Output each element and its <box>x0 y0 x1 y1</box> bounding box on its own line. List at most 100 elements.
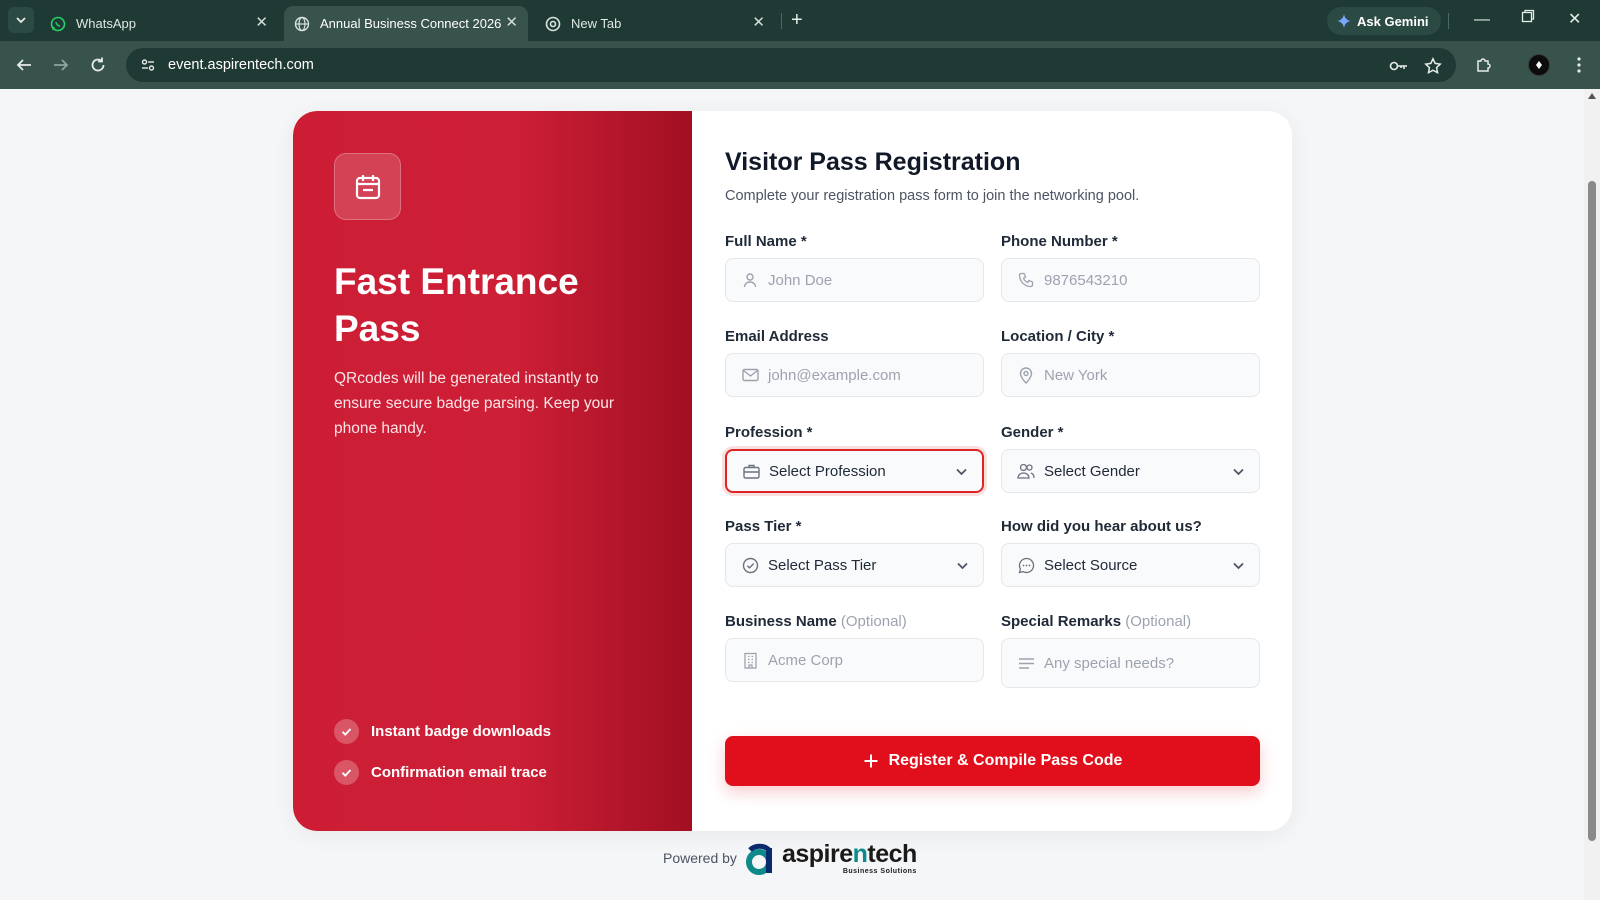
check-icon <box>334 719 359 744</box>
chat-bubble-icon <box>1017 556 1035 574</box>
input-placeholder: Any special needs? <box>1044 654 1175 672</box>
business-name-input[interactable]: Acme Corp <box>725 638 984 682</box>
tab-whatsapp[interactable]: WhatsApp ✕ <box>40 6 278 41</box>
field-label: Full Name * <box>725 233 807 250</box>
phone-input[interactable]: 9876543210 <box>1001 258 1260 302</box>
powered-by-footer: Powered by aspirentech Business Solution… <box>663 838 917 878</box>
powered-by-text: Powered by <box>663 850 737 866</box>
pass-tier-select[interactable]: Select Pass Tier <box>725 543 984 587</box>
source-select[interactable]: Select Source <box>1001 543 1260 587</box>
promo-description: QRcodes will be generated instantly to e… <box>334 370 615 437</box>
aspirentech-logo-mark-icon <box>745 843 772 875</box>
field-label: Business Name (Optional) <box>725 613 984 633</box>
feature-label: Confirmation email trace <box>371 764 547 781</box>
logo-tagline: Business Solutions <box>842 868 917 875</box>
tab-separator <box>781 13 782 29</box>
url-text: event.aspirentech.com <box>168 57 314 73</box>
tab-new-tab[interactable]: New Tab ✕ <box>535 6 775 41</box>
close-tab-icon[interactable]: ✕ <box>505 15 518 31</box>
close-window-icon[interactable]: ✕ <box>1568 10 1581 30</box>
form-subtitle: Complete your registration pass form to … <box>725 188 1140 204</box>
scroll-up-arrow-icon[interactable] <box>1588 93 1596 99</box>
map-pin-icon <box>1017 366 1035 384</box>
promo-panel: Fast Entrance Pass QRcodes will be gener… <box>293 111 692 831</box>
feature-item: Instant badge downloads <box>334 719 551 744</box>
phone-icon <box>1017 271 1035 289</box>
full-name-field: Full Name * John Doe <box>725 233 984 302</box>
check-icon <box>334 760 359 785</box>
logo-word-part: aspire <box>781 840 853 868</box>
chevron-down-icon <box>1231 558 1245 572</box>
select-value: Select Source <box>1044 556 1138 574</box>
source-field: How did you hear about us? Select Source <box>1001 518 1260 587</box>
menu-dots-icon[interactable] <box>1568 54 1590 76</box>
select-value: Select Profession <box>769 462 886 480</box>
input-placeholder: john@example.com <box>768 366 901 384</box>
field-label: Location / City * <box>1001 328 1115 345</box>
logo-wordmark: aspirentech Business Solutions <box>782 842 917 876</box>
chevron-down-icon <box>1231 464 1245 478</box>
text-lines-icon <box>1017 654 1035 672</box>
profile-avatar[interactable] <box>1528 54 1550 76</box>
special-remarks-field: Special Remarks (Optional) Any special n… <box>1001 613 1260 688</box>
tab-title: New Tab <box>571 16 622 31</box>
field-label: Special Remarks (Optional) <box>1001 613 1260 633</box>
select-value: Select Gender <box>1044 462 1140 480</box>
input-placeholder: John Doe <box>768 271 833 289</box>
globe-icon <box>294 16 310 32</box>
new-tab-button[interactable]: + <box>791 9 803 31</box>
special-remarks-textarea[interactable]: Any special needs? <box>1001 638 1260 688</box>
tab-annual-business-connect[interactable]: Annual Business Connect 2026 ✕ <box>284 6 528 41</box>
bookmark-star-icon[interactable] <box>1423 56 1443 76</box>
whatsapp-icon <box>50 16 66 32</box>
tab-title: WhatsApp <box>76 16 136 31</box>
logo-word-accent: n <box>852 840 868 868</box>
field-label-text: Special Remarks <box>1001 613 1122 630</box>
ask-gemini-label: Ask Gemini <box>1357 13 1429 29</box>
gemini-sparkle-icon <box>1337 14 1351 28</box>
restore-icon[interactable] <box>1521 9 1535 29</box>
location-field: Location / City * New York <box>1001 328 1260 397</box>
logo-word-part: tech <box>867 840 917 868</box>
registration-card: Fast Entrance Pass QRcodes will be gener… <box>293 111 1292 831</box>
field-label: Pass Tier * <box>725 518 802 535</box>
minimize-icon[interactable]: — <box>1474 10 1490 30</box>
register-button[interactable]: Register & Compile Pass Code <box>725 736 1260 786</box>
form-title: Visitor Pass Registration <box>725 148 1021 176</box>
users-icon <box>1017 462 1035 480</box>
briefcase-icon <box>742 462 760 480</box>
profession-field: Profession * Select Profession <box>725 424 984 493</box>
password-key-icon[interactable] <box>1389 56 1409 76</box>
forward-arrow-icon[interactable] <box>50 54 72 76</box>
location-input[interactable]: New York <box>1001 353 1260 397</box>
field-label: Gender * <box>1001 424 1064 441</box>
avatar-glyph-icon <box>1536 61 1542 69</box>
business-name-field: Business Name (Optional) Acme Corp <box>725 613 984 682</box>
close-tab-icon[interactable]: ✕ <box>255 15 268 31</box>
page-scrollbar[interactable] <box>1584 89 1600 900</box>
back-arrow-icon[interactable] <box>13 54 35 76</box>
chevron-down-icon <box>16 17 26 24</box>
logo-word: aspirentech <box>782 842 917 867</box>
field-label-text: Business Name <box>725 613 837 630</box>
profession-select[interactable]: Select Profession <box>725 449 984 493</box>
reload-icon[interactable] <box>87 54 109 76</box>
full-name-input[interactable]: John Doe <box>725 258 984 302</box>
ask-gemini-button[interactable]: Ask Gemini <box>1327 7 1441 35</box>
aspirentech-logo[interactable]: aspirentech Business Solutions <box>745 841 917 875</box>
site-settings-icon[interactable] <box>138 55 158 75</box>
calendar-badge <box>334 153 401 220</box>
address-bar[interactable]: event.aspirentech.com <box>126 48 1456 82</box>
optional-hint: (Optional) <box>1125 613 1192 630</box>
gender-select[interactable]: Select Gender <box>1001 449 1260 493</box>
close-tab-icon[interactable]: ✕ <box>752 15 765 31</box>
scroll-thumb[interactable] <box>1588 181 1596 841</box>
promo-title: Fast Entrance Pass <box>334 261 579 349</box>
extensions-puzzle-icon[interactable] <box>1473 54 1495 76</box>
tab-title: Annual Business Connect 2026 <box>320 16 502 31</box>
optional-hint: (Optional) <box>840 613 907 630</box>
register-button-label: Register & Compile Pass Code <box>888 752 1123 769</box>
mail-icon <box>741 366 759 384</box>
email-input[interactable]: john@example.com <box>725 353 984 397</box>
tab-search-button[interactable] <box>8 7 34 33</box>
